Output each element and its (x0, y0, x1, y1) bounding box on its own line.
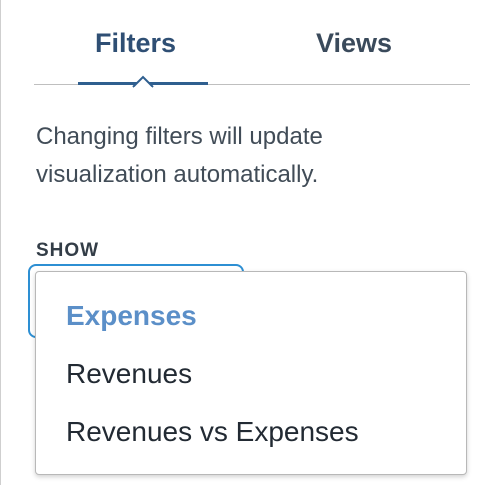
show-label: SHOW (36, 240, 100, 261)
tab-views[interactable]: Views (316, 28, 392, 59)
panel-left-border (0, 0, 1, 485)
tab-filters[interactable]: Filters (95, 28, 176, 59)
option-revenues-vs-expenses[interactable]: Revenues vs Expenses (66, 416, 359, 448)
show-dropdown-menu: Expenses Revenues Revenues vs Expenses (35, 271, 467, 475)
option-expenses[interactable]: Expenses (66, 300, 197, 332)
active-tab-caret-icon (132, 75, 154, 93)
filters-panel: Filters Views Changing filters will upda… (0, 0, 480, 485)
filters-description: Changing filters will update visualizati… (36, 123, 323, 188)
option-revenues[interactable]: Revenues (66, 358, 192, 390)
tab-bar: Filters Views (34, 22, 470, 93)
